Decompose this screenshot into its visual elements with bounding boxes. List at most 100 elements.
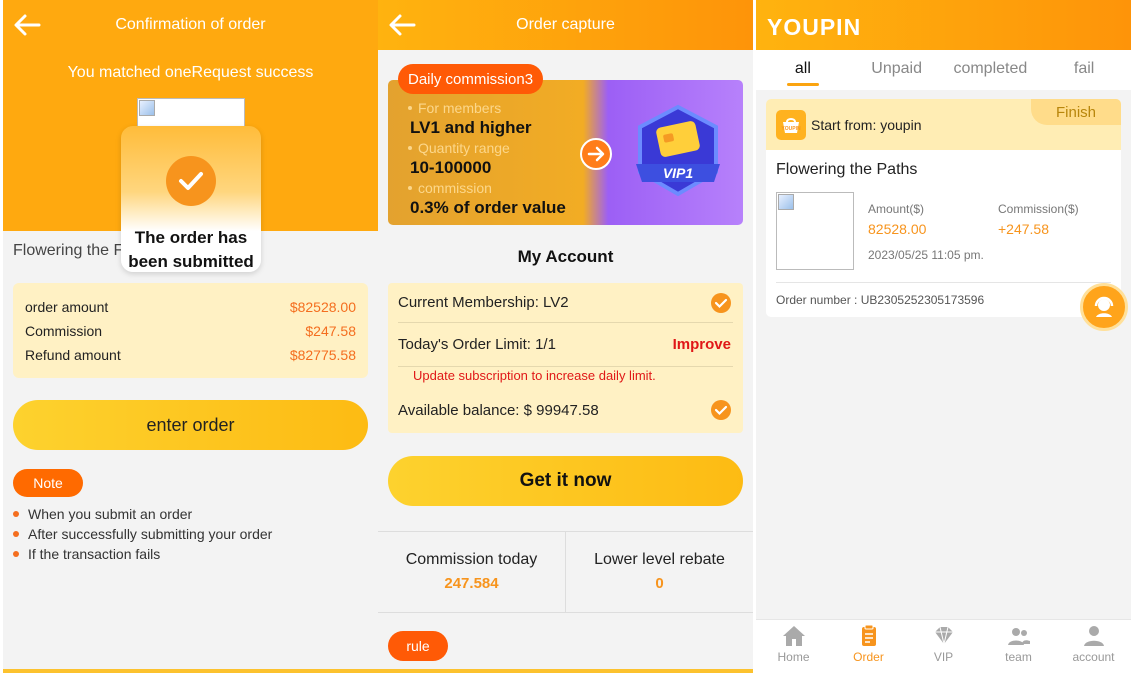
nav-label: Home — [777, 650, 810, 664]
submitted-line-2: been submitted — [128, 252, 254, 271]
account-icon — [1083, 626, 1104, 646]
order-capture-panel: Order capture Daily commission3 For memb… — [378, 0, 753, 673]
banner-details: For members LV1 and higher Quantity rang… — [408, 98, 608, 218]
nav-home[interactable]: Home — [756, 620, 831, 673]
shop-logo-icon: YOUPIN — [776, 110, 806, 140]
submitted-dialog: The order has been submitted — [121, 126, 261, 272]
quantity-range-label: Quantity range — [408, 138, 608, 158]
product-image — [137, 98, 245, 128]
stat-value: 247.584 — [444, 575, 499, 592]
balance-row: Available balance: $ 99947.58 — [398, 387, 733, 433]
youpin-logo: YOUPIN — [767, 14, 862, 40]
my-account-title: My Account — [517, 247, 614, 266]
tab-fail[interactable]: fail — [1037, 50, 1131, 90]
vip-banner[interactable]: For members LV1 and higher Quantity rang… — [388, 80, 743, 225]
nav-vip[interactable]: VIP — [906, 620, 981, 673]
daily-commission-badge: Daily commission3 — [398, 64, 544, 94]
arrow-right-icon[interactable] — [580, 138, 612, 170]
note-badge: Note — [13, 469, 83, 497]
bottom-nav: Home Order VIP team account — [756, 619, 1131, 673]
note-item: When you submit an order — [13, 504, 272, 524]
check-icon — [166, 156, 216, 206]
shop-logo-text: YOUPIN — [781, 126, 801, 132]
status-badge: Finish — [1031, 99, 1121, 125]
nav-account[interactable]: account — [1056, 620, 1131, 673]
check-icon — [711, 292, 731, 313]
commission-today-stat: Commission today 247.584 — [378, 532, 565, 612]
update-subscription-note: Update subscription to increase daily li… — [413, 368, 656, 383]
rate-value: 0.3% of order value — [410, 198, 566, 217]
nav-label: Order — [853, 650, 884, 664]
product-title: Flowering the F — [13, 242, 124, 259]
nav-label: VIP — [933, 650, 954, 664]
summary-row: Refund amount $82775.58 — [25, 343, 356, 367]
stat-label: Commission today — [405, 551, 538, 568]
row-value: $82775.58 — [289, 347, 356, 363]
orders-header: YOUPIN — [756, 0, 1131, 50]
commission-label: Commission($) — [998, 202, 1079, 216]
account-box: Current Membership: LV2 Today's Order Li… — [388, 283, 743, 433]
amount-label: Amount($) — [868, 202, 925, 216]
page-title: Order capture — [516, 16, 615, 33]
stat-value: 0 — [655, 575, 664, 592]
commission-label: commission — [408, 178, 608, 198]
row-label: Commission — [25, 323, 103, 339]
tab-unpaid[interactable]: Unpaid — [850, 50, 944, 90]
submitted-text: The order has been submitted — [121, 226, 261, 274]
row-label: Refund amount — [25, 347, 121, 363]
bottom-strip — [378, 669, 753, 673]
capture-header: Order capture — [378, 0, 753, 50]
nav-team[interactable]: team — [981, 620, 1056, 673]
check-icon — [711, 400, 731, 420]
customer-service-icon[interactable] — [1080, 283, 1128, 331]
commission-value: +247.58 — [998, 221, 1049, 237]
row-value: $82528.00 — [289, 299, 356, 315]
order-limit-row: Today's Order Limit: 1/1 Improve — [398, 323, 733, 367]
product-thumbnail — [776, 192, 854, 270]
confirmation-panel: Confirmation of order You matched oneReq… — [3, 0, 378, 673]
order-card[interactable]: YOUPIN Start from: youpin Finish Floweri… — [766, 99, 1121, 317]
order-limit-text: Today's Order Limit: 1/1 — [398, 336, 556, 353]
page-title: Confirmation of order — [115, 16, 266, 33]
level-value: LV1 and higher — [410, 118, 532, 137]
diamond-icon — [934, 626, 953, 645]
order-product-name: Flowering the Paths — [776, 161, 918, 178]
rebate-stat: Lower level rebate 0 — [565, 532, 753, 612]
home-icon — [782, 626, 805, 646]
order-summary: order amount $82528.00 Commission $247.58 … — [13, 283, 368, 378]
tab-all[interactable]: all — [756, 50, 850, 90]
vip-label: VIP1 — [663, 165, 694, 181]
team-icon — [1007, 628, 1030, 645]
nav-label: team — [1005, 650, 1032, 664]
back-arrow-icon[interactable] — [13, 12, 41, 38]
order-number: Order number : UB2305252305173596 — [776, 293, 985, 307]
order-source: Start from: youpin — [811, 117, 922, 133]
note-item: After successfully submitting your order — [13, 524, 272, 544]
stat-label: Lower level rebate — [594, 551, 725, 568]
balance-text: Available balance: $ 99947.58 — [398, 401, 599, 419]
rule-button[interactable]: rule — [388, 631, 448, 661]
note-item: If the transaction fails — [13, 544, 272, 564]
order-date: 2023/05/25 11:05 pm. — [868, 248, 984, 262]
enter-order-button[interactable]: enter order — [13, 400, 368, 450]
membership-text: Current Membership: LV2 — [398, 294, 569, 311]
vip-badge-icon: VIP1 — [636, 104, 720, 197]
for-members-label: For members — [408, 98, 608, 118]
nav-order[interactable]: Order — [831, 620, 906, 673]
nav-label: account — [1072, 650, 1115, 664]
back-arrow-icon[interactable] — [388, 12, 416, 38]
divider — [776, 282, 1111, 283]
bottom-strip — [3, 669, 378, 673]
order-card-header: YOUPIN Start from: youpin Finish — [766, 99, 1121, 150]
range-value: 10-100000 — [410, 158, 492, 177]
confirmation-header: Confirmation of order — [3, 0, 378, 50]
orders-panel: YOUPIN all Unpaid completed fail YOUPIN … — [756, 0, 1131, 673]
improve-link[interactable]: Improve — [673, 336, 731, 353]
amount-value: 82528.00 — [868, 221, 927, 237]
stats-bar: Commission today 247.584 Lower level reb… — [378, 531, 753, 613]
get-it-now-button[interactable]: Get it now — [388, 456, 743, 506]
tab-completed[interactable]: completed — [944, 50, 1038, 90]
submitted-line-1: The order has — [134, 228, 248, 247]
membership-row: Current Membership: LV2 — [398, 283, 733, 323]
row-value: $247.58 — [305, 323, 356, 339]
